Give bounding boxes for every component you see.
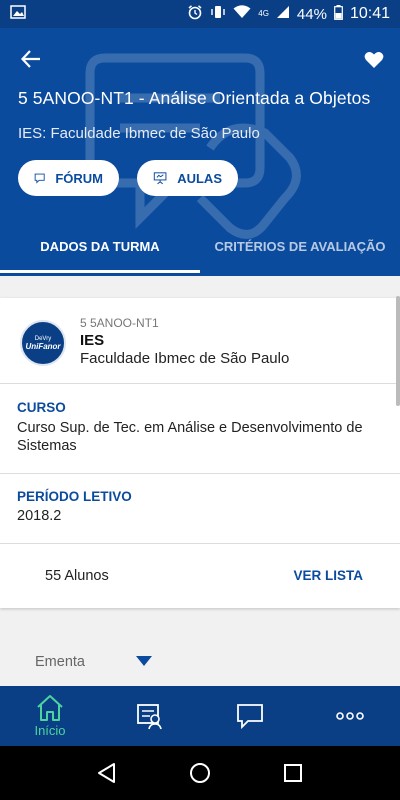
vibrate-icon [210, 4, 226, 24]
system-recents-button[interactable] [278, 758, 308, 788]
nav-inicio[interactable]: Início [0, 686, 100, 746]
chat-icon [237, 704, 263, 730]
course-header: 5 5ANOO-NT1 - Análise Orientada a Objeto… [0, 28, 400, 276]
back-button[interactable] [16, 44, 46, 74]
nav-chat[interactable] [200, 686, 300, 746]
system-back-button[interactable] [92, 758, 122, 788]
institution-row: DeVry UniFanor 5 5ANOO-NT1 IES Faculdade… [0, 298, 400, 384]
class-info-card: DeVry UniFanor 5 5ANOO-NT1 IES Faculdade… [0, 298, 400, 608]
active-tab-indicator [0, 270, 200, 273]
aulas-button[interactable]: AULAS [137, 160, 238, 196]
institution-name: Faculdade Ibmec de São Paulo [80, 350, 290, 367]
periodo-row: PERÍODO LETIVO 2018.2 [0, 474, 400, 544]
ies-label: IES [80, 332, 105, 349]
students-count: 55 Alunos [45, 568, 109, 584]
view-list-button[interactable]: VER LISTA [293, 568, 363, 583]
tab-dados-da-turma[interactable]: DADOS DA TURMA [0, 233, 200, 273]
status-bar: 4G 44% 10:41 [0, 0, 400, 28]
ementa-label: Ementa [35, 654, 85, 670]
periodo-label: PERÍODO LETIVO [17, 489, 132, 504]
gallery-notification-icon [10, 5, 26, 23]
battery-percent: 44% [296, 5, 327, 23]
course-title: 5 5ANOO-NT1 - Análise Orientada a Objeto… [18, 88, 371, 108]
clock-time: 10:41 [349, 5, 390, 22]
classes-icon [137, 704, 162, 730]
nav-inicio-label: Início [34, 723, 66, 738]
more-icon [336, 712, 364, 720]
chat-watermark-icon [85, 53, 301, 239]
curso-row: CURSO Curso Sup. de Tec. em Análise e De… [0, 384, 400, 474]
main-content: DeVry UniFanor 5 5ANOO-NT1 IES Faculdade… [0, 276, 400, 686]
ies-subtitle: IES: Faculdade Ibmec de São Paulo [18, 125, 260, 142]
presentation-icon [153, 172, 167, 185]
tab-criterios-de-avaliacao[interactable]: CRITÉRIOS DE AVALIAÇÃO [200, 233, 400, 273]
favorite-button[interactable] [360, 46, 388, 74]
tab-bar: DADOS DA TURMA CRITÉRIOS DE AVALIAÇÃO [0, 233, 400, 273]
bottom-navigation: Início [0, 686, 400, 746]
system-home-button[interactable] [185, 758, 215, 788]
network-type-label: 4G [258, 9, 269, 18]
nav-more[interactable] [300, 686, 400, 746]
forum-button[interactable]: FÓRUM [18, 160, 119, 196]
arrow-left-icon [21, 50, 40, 68]
triangle-back-icon [97, 763, 115, 783]
nav-classes[interactable] [100, 686, 200, 746]
square-recents-icon [284, 764, 303, 782]
wifi-icon [233, 5, 251, 23]
aulas-button-label: AULAS [177, 170, 222, 186]
curso-label: CURSO [17, 400, 66, 415]
scrollbar[interactable] [396, 296, 400, 406]
signal-icon [276, 5, 290, 23]
home-icon [37, 695, 63, 721]
ementa-expand-icon[interactable] [136, 656, 152, 666]
curso-value: Curso Sup. de Tec. em Análise e Desenvol… [17, 420, 363, 454]
institution-logo: DeVry UniFanor [20, 320, 66, 366]
circle-home-icon [189, 763, 210, 783]
alunos-row: 55 Alunos VER LISTA [0, 544, 400, 608]
logo-text-bottom: UniFanor [25, 341, 61, 351]
class-code: 5 5ANOO-NT1 [80, 316, 159, 330]
alarm-icon [187, 4, 203, 24]
forum-button-label: FÓRUM [55, 170, 103, 186]
heart-icon [364, 52, 384, 68]
periodo-value: 2018.2 [17, 508, 62, 524]
forum-icon [34, 173, 45, 184]
system-navigation-bar [0, 746, 400, 800]
battery-icon [334, 4, 343, 24]
